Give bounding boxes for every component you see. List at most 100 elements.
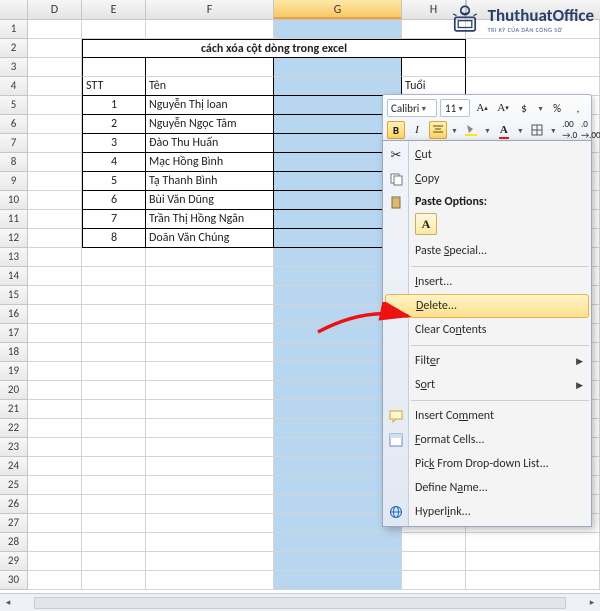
row-header-1[interactable]: 1 bbox=[0, 20, 28, 39]
row-header-2[interactable]: 2 bbox=[0, 39, 28, 58]
header-ten[interactable]: Tên bbox=[146, 77, 274, 96]
row-header-24[interactable]: 24 bbox=[0, 457, 28, 476]
cell[interactable] bbox=[28, 362, 82, 381]
row-header-22[interactable]: 22 bbox=[0, 419, 28, 438]
column-header-G[interactable]: G bbox=[274, 0, 402, 19]
cell[interactable] bbox=[28, 134, 82, 153]
table-title[interactable]: cách xóa cột dòng trong excel bbox=[82, 39, 466, 58]
cell-filler[interactable] bbox=[466, 533, 600, 552]
row-header-20[interactable]: 20 bbox=[0, 381, 28, 400]
cell[interactable] bbox=[82, 552, 146, 571]
cell-stt[interactable]: 3 bbox=[82, 134, 146, 153]
cell[interactable] bbox=[28, 172, 82, 191]
cell[interactable] bbox=[402, 571, 466, 590]
cell[interactable] bbox=[146, 400, 274, 419]
cell-ten[interactable]: Doãn Văn Chúng bbox=[146, 229, 274, 248]
menu-filter[interactable]: Filter▶ bbox=[383, 349, 591, 373]
cell[interactable] bbox=[146, 533, 274, 552]
cell[interactable] bbox=[82, 324, 146, 343]
cell[interactable] bbox=[146, 286, 274, 305]
cell[interactable] bbox=[28, 457, 82, 476]
row-header-21[interactable]: 21 bbox=[0, 400, 28, 419]
cell[interactable] bbox=[274, 571, 402, 590]
menu-format-cells[interactable]: Format Cells... bbox=[383, 428, 591, 452]
cell[interactable] bbox=[146, 457, 274, 476]
cell-stt[interactable]: 7 bbox=[82, 210, 146, 229]
row-header-8[interactable]: 8 bbox=[0, 153, 28, 172]
cell[interactable] bbox=[82, 381, 146, 400]
cell-filler[interactable] bbox=[466, 58, 600, 77]
cell-filler[interactable] bbox=[466, 39, 600, 58]
cell-stt[interactable]: 1 bbox=[82, 96, 146, 115]
row-header-16[interactable]: 16 bbox=[0, 305, 28, 324]
scroll-track[interactable] bbox=[34, 597, 566, 609]
cell[interactable] bbox=[28, 419, 82, 438]
cell[interactable] bbox=[28, 400, 82, 419]
menu-copy[interactable]: Copy bbox=[383, 167, 591, 191]
cell[interactable] bbox=[28, 58, 82, 77]
increase-decimal-button[interactable]: .0→.00 bbox=[582, 121, 600, 139]
cell[interactable] bbox=[82, 438, 146, 457]
menu-pick-from-list[interactable]: Pick From Drop-down List... bbox=[383, 452, 591, 476]
cell[interactable] bbox=[146, 248, 274, 267]
fill-color-button[interactable] bbox=[462, 121, 480, 139]
row-header-29[interactable]: 29 bbox=[0, 552, 28, 571]
cell[interactable] bbox=[82, 58, 146, 77]
row-header-13[interactable]: 13 bbox=[0, 248, 28, 267]
cell[interactable] bbox=[146, 438, 274, 457]
column-header-D[interactable]: D bbox=[28, 0, 82, 19]
cell[interactable] bbox=[28, 552, 82, 571]
cell[interactable] bbox=[28, 20, 82, 39]
cell-ten[interactable]: Mạc Hồng Bình bbox=[146, 153, 274, 172]
cell-ten[interactable]: Nguyễn Thị loan bbox=[146, 96, 274, 115]
cell[interactable] bbox=[146, 343, 274, 362]
decrease-decimal-button[interactable]: .00→.0 bbox=[561, 121, 579, 139]
cell-ten[interactable]: Tạ Thanh Bình bbox=[146, 172, 274, 191]
cell[interactable] bbox=[28, 210, 82, 229]
row-header-14[interactable]: 14 bbox=[0, 267, 28, 286]
cell[interactable] bbox=[28, 571, 82, 590]
cell[interactable] bbox=[82, 305, 146, 324]
bold-button[interactable]: B bbox=[387, 121, 405, 139]
cell[interactable] bbox=[82, 476, 146, 495]
cell[interactable] bbox=[82, 400, 146, 419]
cell[interactable] bbox=[146, 324, 274, 343]
cell[interactable] bbox=[28, 324, 82, 343]
cell-ten[interactable]: Trần Thị Hồng Ngân bbox=[146, 210, 274, 229]
cell[interactable] bbox=[28, 305, 82, 324]
cell[interactable] bbox=[146, 305, 274, 324]
select-all-corner[interactable] bbox=[0, 0, 28, 19]
cell-ten[interactable]: Nguyễn Ngọc Tâm bbox=[146, 115, 274, 134]
cell[interactable] bbox=[82, 286, 146, 305]
cell[interactable] bbox=[28, 286, 82, 305]
menu-define-name[interactable]: Define Name... bbox=[383, 476, 591, 500]
row-header-15[interactable]: 15 bbox=[0, 286, 28, 305]
cell-stt[interactable]: 8 bbox=[82, 229, 146, 248]
cell-stt[interactable]: 2 bbox=[82, 115, 146, 134]
increase-font-button[interactable]: A▴ bbox=[473, 99, 491, 117]
cell[interactable] bbox=[82, 495, 146, 514]
scroll-right-button[interactable]: ▸ bbox=[584, 595, 600, 611]
row-header-30[interactable]: 30 bbox=[0, 571, 28, 590]
cell[interactable] bbox=[146, 381, 274, 400]
column-header-E[interactable]: E bbox=[82, 0, 146, 19]
cell-stt[interactable]: 6 bbox=[82, 191, 146, 210]
cell[interactable] bbox=[28, 343, 82, 362]
cell[interactable] bbox=[82, 533, 146, 552]
cell[interactable] bbox=[28, 476, 82, 495]
cell[interactable] bbox=[274, 20, 402, 39]
cell[interactable] bbox=[28, 248, 82, 267]
menu-cut[interactable]: ✂ Cut bbox=[383, 143, 591, 167]
cell[interactable] bbox=[82, 343, 146, 362]
cell[interactable] bbox=[402, 552, 466, 571]
cell[interactable] bbox=[28, 153, 82, 172]
cell[interactable] bbox=[82, 267, 146, 286]
italic-button[interactable]: I bbox=[408, 121, 426, 139]
cell[interactable] bbox=[28, 115, 82, 134]
cell[interactable] bbox=[146, 419, 274, 438]
row-header-23[interactable]: 23 bbox=[0, 438, 28, 457]
row-header-26[interactable]: 26 bbox=[0, 495, 28, 514]
cell[interactable] bbox=[402, 533, 466, 552]
menu-paste-special[interactable]: Paste Special... bbox=[383, 239, 591, 263]
cell[interactable] bbox=[146, 267, 274, 286]
